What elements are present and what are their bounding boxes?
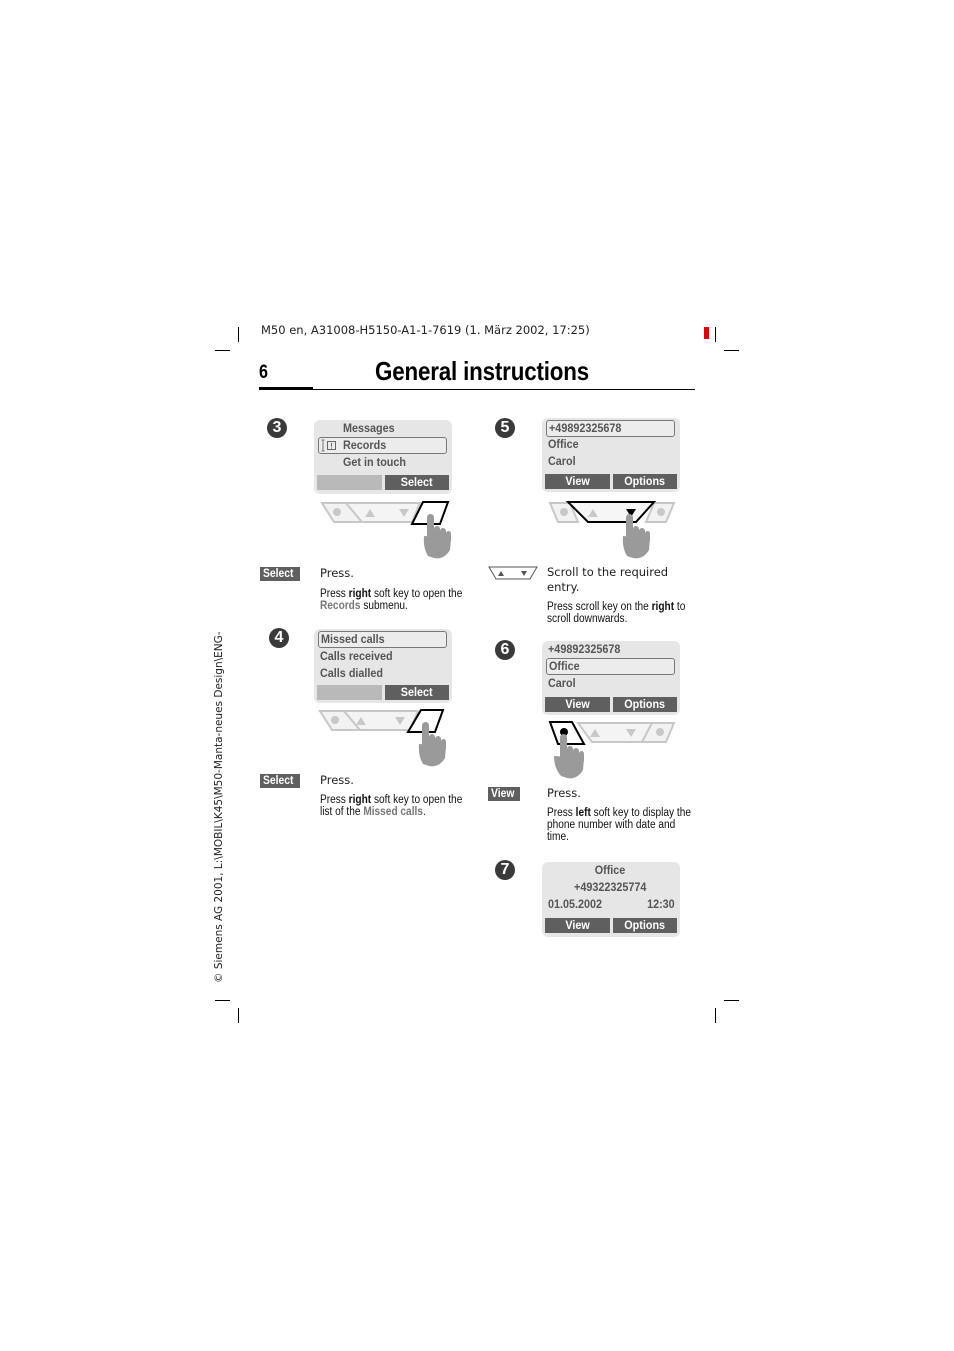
step-number-badge: 3: [267, 418, 287, 438]
phone-screen-step-3: Messages Records Get in touch Select: [314, 420, 452, 494]
phone-number: +49322325774: [574, 880, 647, 894]
date-time-row: 01.05.2002 12:30: [546, 896, 675, 913]
records-icon: [321, 439, 336, 452]
crop-mark: [724, 350, 739, 351]
instruction-description: Press right soft key to open the Records…: [320, 588, 463, 612]
menu-row: Calls dialled: [320, 666, 384, 680]
softkey-bar: Select: [317, 685, 449, 700]
action-text: Press.: [320, 773, 354, 787]
step-number-badge: 4: [269, 628, 289, 648]
color-registration-mark: [704, 327, 709, 339]
softkey-bar: View Options: [545, 474, 677, 489]
menu-row-selected: Office: [546, 658, 675, 675]
crop-mark: [215, 350, 230, 351]
keypad-right-softkey-pressed: [320, 501, 451, 559]
document-reference: M50 en, A31008-H5150-A1-1-7619 (1. März …: [261, 323, 590, 337]
phone-screen-step-4: Missed calls Calls received Calls dialle…: [314, 629, 452, 703]
softkey-bar: View Options: [545, 697, 677, 712]
select-key-label: Select: [260, 567, 300, 581]
step-number-badge: 5: [495, 418, 515, 438]
highlighted-term: Missed calls: [363, 806, 423, 818]
crop-mark: [238, 327, 239, 342]
view-softkey[interactable]: View: [545, 474, 610, 489]
call-date: 01.05.2002: [548, 897, 603, 911]
crop-mark: [215, 1000, 230, 1001]
action-text: Press.: [320, 566, 354, 580]
softkey-bar: View Options: [545, 918, 677, 933]
keypad-left-softkey-pressed: [548, 721, 676, 779]
options-softkey[interactable]: Options: [612, 697, 677, 712]
options-softkey[interactable]: Options: [612, 474, 677, 489]
menu-row-selected: Missed calls: [318, 631, 447, 648]
crop-mark: [238, 1008, 239, 1023]
view-softkey[interactable]: View: [545, 697, 610, 712]
right-softkey[interactable]: Select: [384, 475, 449, 490]
menu-row-selected: Records: [318, 437, 447, 454]
call-time: 12:30: [647, 897, 675, 911]
step-number-badge: 6: [495, 640, 515, 660]
menu-row: Calls received: [320, 649, 393, 663]
view-softkey[interactable]: View: [545, 918, 610, 933]
phone-screen-step-7: Office +49322325774 01.05.2002 12:30 Vie…: [542, 862, 680, 937]
page-number: 6: [259, 362, 268, 383]
options-softkey[interactable]: Options: [612, 918, 677, 933]
crop-mark: [724, 1000, 739, 1001]
title-rule: [259, 389, 695, 390]
menu-row: +49892325678: [548, 642, 621, 656]
instruction-description: Press left soft key to display the phone…: [547, 807, 692, 843]
softkey-bar: Select: [317, 475, 449, 490]
action-text: Press.: [547, 786, 581, 800]
menu-row: Messages: [343, 421, 395, 435]
right-softkey[interactable]: Select: [384, 685, 449, 700]
menu-row: Carol: [548, 454, 576, 468]
highlighted-term: Records: [320, 600, 361, 612]
menu-row: Carol: [548, 676, 576, 690]
left-softkey-dot: [333, 508, 341, 516]
keypad-right-softkey-pressed: [318, 709, 446, 767]
page-title: General instructions: [375, 356, 590, 386]
crop-mark: [715, 1008, 716, 1023]
view-key-label: View: [488, 787, 520, 801]
step-number-badge: 7: [495, 860, 515, 880]
copyright-side-text: © Siemens AG 2001, L:\MOBIL\K45\M50-Mant…: [213, 631, 225, 983]
instruction-description: Press right soft key to open the list of…: [320, 794, 463, 818]
phone-screen-step-6: +49892325678 Office Carol View Options: [542, 641, 680, 715]
left-softkey[interactable]: [317, 475, 382, 490]
action-text: Scroll to the required entry.: [547, 565, 669, 594]
left-softkey[interactable]: [317, 685, 382, 700]
scroll-key-icon: [488, 566, 538, 580]
select-key-label: Select: [260, 774, 300, 788]
keypad-scroll-down-pressed: [548, 501, 676, 559]
phone-screen-step-5: +49892325678 Office Carol View Options: [542, 418, 680, 492]
menu-row: Get in touch: [343, 455, 406, 469]
menu-row-selected: +49892325678: [546, 420, 675, 437]
crop-mark: [715, 327, 716, 342]
menu-row: Office: [548, 437, 579, 451]
contact-name: Office: [595, 863, 626, 877]
instruction-description: Press scroll key on the right to scroll …: [547, 601, 686, 625]
